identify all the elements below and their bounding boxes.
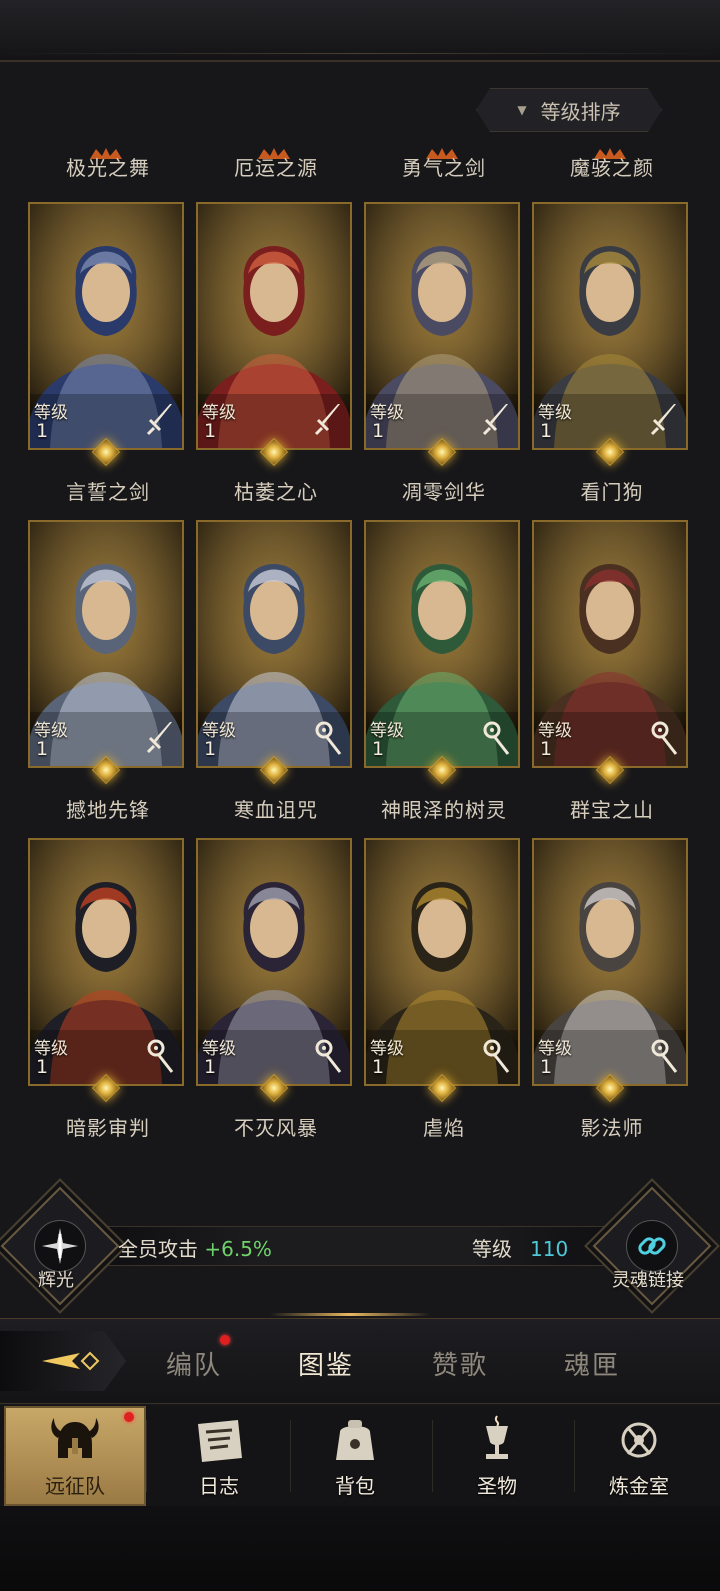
level-value: 1 xyxy=(372,1056,385,1078)
hero-title: 极光之舞 xyxy=(66,156,150,180)
sword-icon xyxy=(480,402,512,438)
staff-icon xyxy=(312,720,344,756)
total-level: 等级 110 xyxy=(472,1237,569,1261)
attack-bonus-value: +6.5% xyxy=(204,1237,272,1261)
hero-portrait-card[interactable]: 等级 1 xyxy=(28,838,184,1086)
staff-icon xyxy=(144,1038,176,1074)
hero-name: 暗影审判 xyxy=(66,1116,150,1140)
expedition-notification-dot xyxy=(124,1412,134,1422)
sword-icon xyxy=(648,402,680,438)
formation-notification-dot xyxy=(220,1335,230,1345)
radiance-label: 辉光 xyxy=(38,1270,74,1291)
hero-title: 厄运之源 xyxy=(234,156,318,180)
hero-title: 魔骇之颜 xyxy=(570,156,654,180)
hero-name: 枯萎之心 xyxy=(234,480,318,504)
total-level-value: 110 xyxy=(530,1237,569,1261)
alchemy-icon xyxy=(621,1422,657,1457)
level-value: 1 xyxy=(36,420,49,442)
arrow-back-icon xyxy=(42,1351,100,1371)
level-value: 1 xyxy=(204,738,217,760)
chain-link-icon xyxy=(626,1220,678,1272)
hero-portrait-card[interactable]: 等级 1 xyxy=(364,202,520,450)
nav-relics[interactable]: 圣物 xyxy=(426,1406,568,1506)
hero-name: 神眼泽的树灵 xyxy=(381,798,507,822)
staff-icon xyxy=(480,720,512,756)
hero-portrait-card[interactable]: 等级 1 xyxy=(532,202,688,450)
tab-formation[interactable]: 编队 xyxy=(166,1345,222,1382)
sort-label: 等级排序 xyxy=(540,99,621,124)
bag-icon xyxy=(336,1419,374,1460)
nav-alchemy-room[interactable]: 炼金室 xyxy=(568,1406,710,1506)
hero-portrait-card[interactable]: 等级 1 xyxy=(196,838,352,1086)
hero-name: 看门狗 xyxy=(580,480,644,504)
level-value: 1 xyxy=(372,738,385,760)
hero-portrait-card[interactable]: 等级 1 xyxy=(364,838,520,1086)
chalice-icon xyxy=(486,1414,508,1459)
level-value: 1 xyxy=(204,420,217,442)
hero-name: 不灭风暴 xyxy=(234,1116,318,1140)
sub-tab-bar: 编队 图鉴 赞歌 魂匣 xyxy=(0,1313,720,1404)
staff-icon xyxy=(480,1038,512,1074)
level-value: 1 xyxy=(204,1056,217,1078)
hero-name: 影法师 xyxy=(580,1116,644,1140)
level-value: 1 xyxy=(36,738,49,760)
level-value: 1 xyxy=(540,738,553,760)
sword-icon xyxy=(144,720,176,756)
staff-icon xyxy=(648,720,680,756)
nav-backpack[interactable]: 背包 xyxy=(284,1406,426,1506)
compass-sword-icon xyxy=(34,1220,86,1272)
team-attack-bonus: 全员攻击 +6.5% xyxy=(118,1237,272,1261)
hero-portrait-card[interactable]: 等级 1 xyxy=(28,202,184,450)
nav-journal[interactable]: 日志 xyxy=(148,1406,290,1506)
hero-portrait-card[interactable]: 等级 1 xyxy=(364,520,520,768)
level-value: 1 xyxy=(540,420,553,442)
sword-icon xyxy=(312,402,344,438)
scroll-map-icon xyxy=(198,1419,242,1462)
tab-hymns[interactable]: 赞歌 xyxy=(432,1345,488,1382)
bottom-navigation: 远征队 日志 背包 圣物 炼金室 xyxy=(0,1406,720,1506)
hero-name: 凋零剑华 xyxy=(402,480,486,504)
collection-bonus-bar: 辉光 全员攻击 +6.5% 等级 110 灵魂链接 xyxy=(0,1186,720,1306)
hero-portrait-card[interactable]: 等级 1 xyxy=(196,520,352,768)
sword-icon xyxy=(144,402,176,438)
sort-by-level-button[interactable]: ▼ 等级排序 xyxy=(476,88,662,132)
hero-portrait-card[interactable]: 等级 1 xyxy=(532,520,688,768)
level-value: 1 xyxy=(36,1056,49,1078)
bottom-safe-area xyxy=(0,1506,720,1591)
top-bar xyxy=(0,0,720,62)
hero-portrait-card[interactable]: 等级 1 xyxy=(196,202,352,450)
level-value: 1 xyxy=(540,1056,553,1078)
viking-helmet-icon xyxy=(51,1417,99,1458)
staff-icon xyxy=(648,1038,680,1074)
hero-name: 撼地先锋 xyxy=(66,798,150,822)
dropdown-triangle-icon: ▼ xyxy=(517,103,527,117)
hero-portrait-card[interactable]: 等级 1 xyxy=(532,838,688,1086)
soul-link-label: 灵魂链接 xyxy=(612,1270,684,1291)
hero-name: 寒血诅咒 xyxy=(234,798,318,822)
back-button[interactable] xyxy=(0,1331,126,1391)
hero-title: 勇气之剑 xyxy=(402,156,486,180)
level-value: 1 xyxy=(372,420,385,442)
hero-name: 群宝之山 xyxy=(570,798,654,822)
tab-soul-box[interactable]: 魂匣 xyxy=(564,1345,620,1382)
tab-codex[interactable]: 图鉴 xyxy=(298,1345,354,1382)
hero-name: 言誓之剑 xyxy=(66,480,150,504)
nav-expedition[interactable]: 远征队 xyxy=(4,1406,146,1506)
hero-name: 虐焰 xyxy=(423,1116,465,1140)
staff-icon xyxy=(312,1038,344,1074)
hero-portrait-card[interactable]: 等级 1 xyxy=(28,520,184,768)
